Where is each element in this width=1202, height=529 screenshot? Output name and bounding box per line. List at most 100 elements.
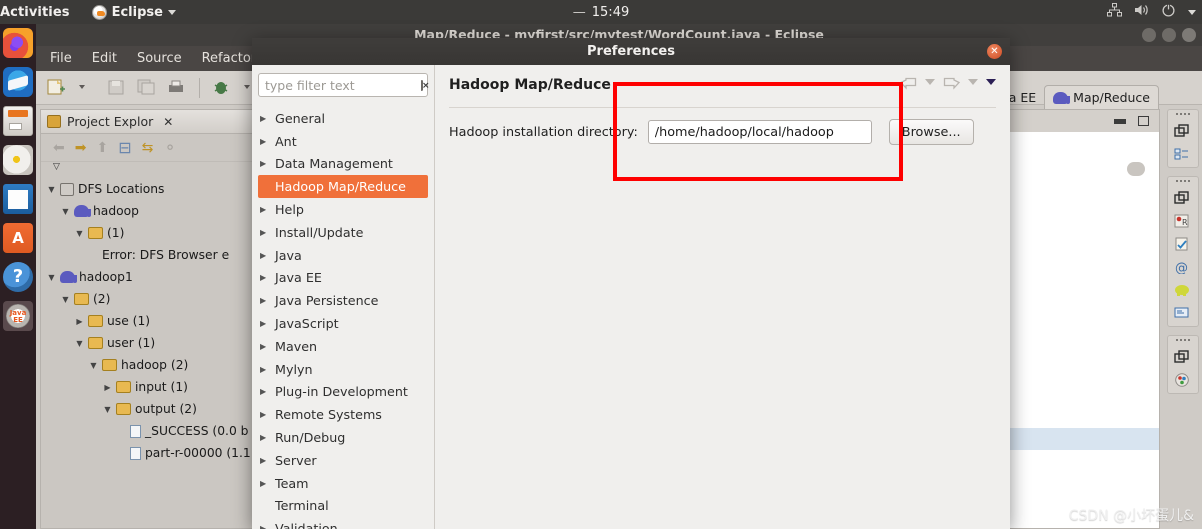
maximize-icon[interactable]	[1138, 116, 1149, 126]
menu-edit[interactable]: Edit	[92, 51, 117, 66]
up-arrow-icon[interactable]: ⬆	[96, 140, 108, 156]
restore-icon[interactable]	[1174, 123, 1192, 139]
chevron-right-icon[interactable]: ▶	[103, 383, 112, 392]
menu-refactor[interactable]: Refactor	[202, 51, 257, 66]
hadoop-icon[interactable]	[1174, 282, 1192, 298]
view-menu-chevron-icon[interactable]: ▽	[41, 162, 261, 172]
close-icon[interactable]: ✕	[987, 44, 1002, 59]
filter-box[interactable]	[258, 73, 428, 97]
chevron-right-icon[interactable]: ▶	[260, 205, 268, 214]
chevron-right-icon[interactable]: ▶	[260, 365, 268, 374]
browse-button[interactable]: Browse...	[888, 119, 974, 145]
preferences-tree-item[interactable]: ▶ Java Persistence	[258, 289, 428, 312]
preferences-tree-item[interactable]: ▶ JavaScript	[258, 312, 428, 335]
drag-handle[interactable]	[1176, 339, 1190, 342]
hadoop-directory-input[interactable]	[647, 120, 872, 144]
project-tree-item[interactable]: ▼ output (2)	[47, 398, 261, 420]
scroll-up-icon[interactable]	[1127, 162, 1145, 176]
minimize-button[interactable]	[1142, 28, 1156, 42]
drag-handle[interactable]	[1176, 180, 1190, 183]
chevron-down-icon[interactable]: ▼	[75, 339, 84, 348]
console-icon[interactable]	[1174, 305, 1192, 321]
project-tree-item[interactable]: ▼ DFS Locations	[47, 178, 261, 200]
preferences-tree-item[interactable]: Terminal	[258, 495, 428, 518]
preferences-tree-item[interactable]: ▶ Install/Update	[258, 221, 428, 244]
launcher-item-thunderbird[interactable]	[3, 67, 33, 97]
power-icon[interactable]	[1161, 3, 1176, 21]
project-tree-item[interactable]: ▶ use (1)	[47, 310, 261, 332]
launcher-item-files[interactable]	[3, 106, 33, 136]
chevron-right-icon[interactable]: ▶	[260, 524, 268, 529]
forward-arrow-icon[interactable]: ➡	[75, 140, 87, 156]
chevron-right-icon[interactable]: ▶	[260, 456, 268, 465]
project-tree-item[interactable]: ▼ (2)	[47, 288, 261, 310]
chevron-down-icon[interactable]: ▼	[103, 405, 112, 414]
drag-handle[interactable]	[1176, 113, 1190, 116]
forward-dropdown-icon[interactable]	[968, 78, 978, 85]
chevron-right-icon[interactable]: ▶	[260, 479, 268, 488]
project-tree-item[interactable]: ▼ user (1)	[47, 332, 261, 354]
project-tree-item[interactable]: ▼ (1)	[47, 222, 261, 244]
preferences-tree-item[interactable]: ▶ Remote Systems	[258, 403, 428, 426]
preferences-tree-item[interactable]: Hadoop Map/Reduce	[258, 175, 428, 199]
new-icon[interactable]	[46, 78, 68, 98]
preferences-tree-item[interactable]: ▶ Data Management	[258, 153, 428, 176]
chevron-right-icon[interactable]: ▶	[260, 228, 268, 237]
chevron-right-icon[interactable]: ▶	[260, 296, 268, 305]
chevron-right-icon[interactable]: ▶	[260, 114, 268, 123]
preferences-tree-item[interactable]: ▶ Run/Debug	[258, 426, 428, 449]
restore-icon[interactable]	[1174, 349, 1192, 365]
preferences-tree-item[interactable]: ▶ Validation	[258, 517, 428, 529]
at-icon[interactable]: @	[1174, 259, 1192, 276]
chevron-right-icon[interactable]: ▶	[260, 387, 268, 396]
preferences-tree-item[interactable]: ▶ Help	[258, 198, 428, 221]
project-tree-item[interactable]: Error: DFS Browser e	[47, 244, 261, 266]
launcher-item-libreoffice-writer[interactable]	[3, 184, 33, 214]
maximize-button[interactable]	[1162, 28, 1176, 42]
chevron-down-icon[interactable]: ▼	[61, 207, 70, 216]
clear-icon[interactable]	[421, 79, 423, 91]
preferences-tree-item[interactable]: ▶ Maven	[258, 335, 428, 358]
chevron-right-icon[interactable]: ▶	[260, 410, 268, 419]
chevron-right-icon[interactable]: ▶	[260, 433, 268, 442]
preferences-tree-item[interactable]: ▶ General	[258, 107, 428, 130]
project-tree-item[interactable]: _SUCCESS (0.0 b	[47, 420, 261, 442]
preferences-tree-item[interactable]: ▶ Mylyn	[258, 358, 428, 381]
close-button[interactable]	[1182, 28, 1196, 42]
project-tree-item[interactable]: part-r-00000 (1.1	[47, 442, 261, 464]
debug-icon[interactable]	[211, 78, 233, 98]
chevron-right-icon[interactable]: ▶	[75, 317, 84, 326]
view-menu-icon[interactable]: ⚬	[163, 138, 176, 157]
launcher-item-ubuntu-software[interactable]	[3, 223, 33, 253]
print-icon[interactable]	[166, 78, 188, 98]
chevron-right-icon[interactable]: ▶	[260, 319, 268, 328]
problems-icon[interactable]: R	[1174, 213, 1192, 229]
project-tree-item[interactable]: ▶ input (1)	[47, 376, 261, 398]
save-icon[interactable]	[106, 78, 128, 98]
tasks-icon[interactable]	[1174, 236, 1192, 252]
menu-source[interactable]: Source	[137, 51, 182, 66]
new-dropdown-icon[interactable]	[76, 78, 98, 98]
palette-icon[interactable]	[1174, 372, 1192, 388]
forward-icon[interactable]	[943, 75, 961, 90]
network-icon[interactable]	[1107, 3, 1122, 21]
chevron-down-icon[interactable]: ▼	[47, 185, 56, 194]
chevron-right-icon[interactable]: ▶	[260, 342, 268, 351]
back-icon[interactable]	[899, 75, 917, 90]
link-editor-icon[interactable]: ⇆	[142, 140, 154, 156]
chevron-right-icon[interactable]: ▶	[260, 273, 268, 282]
minimize-icon[interactable]	[1114, 118, 1126, 124]
project-tree-item[interactable]: ▼ hadoop1	[47, 266, 261, 288]
menu-file[interactable]: File	[50, 51, 72, 66]
preferences-tree-item[interactable]: ▶ Server	[258, 449, 428, 472]
chevron-down-icon[interactable]: ▼	[61, 295, 70, 304]
preferences-tree-item[interactable]: ▶ Plug-in Development	[258, 381, 428, 404]
close-icon[interactable]: ✕	[163, 115, 173, 129]
chevron-right-icon[interactable]: ▶	[260, 137, 268, 146]
back-arrow-icon[interactable]: ⬅	[53, 140, 65, 156]
launcher-item-rhythmbox[interactable]	[3, 145, 33, 175]
view-menu-icon[interactable]	[986, 78, 996, 85]
chevron-down-icon[interactable]: ▼	[75, 229, 84, 238]
chevron-right-icon[interactable]: ▶	[260, 251, 268, 260]
preferences-tree-item[interactable]: ▶ Ant	[258, 130, 428, 153]
